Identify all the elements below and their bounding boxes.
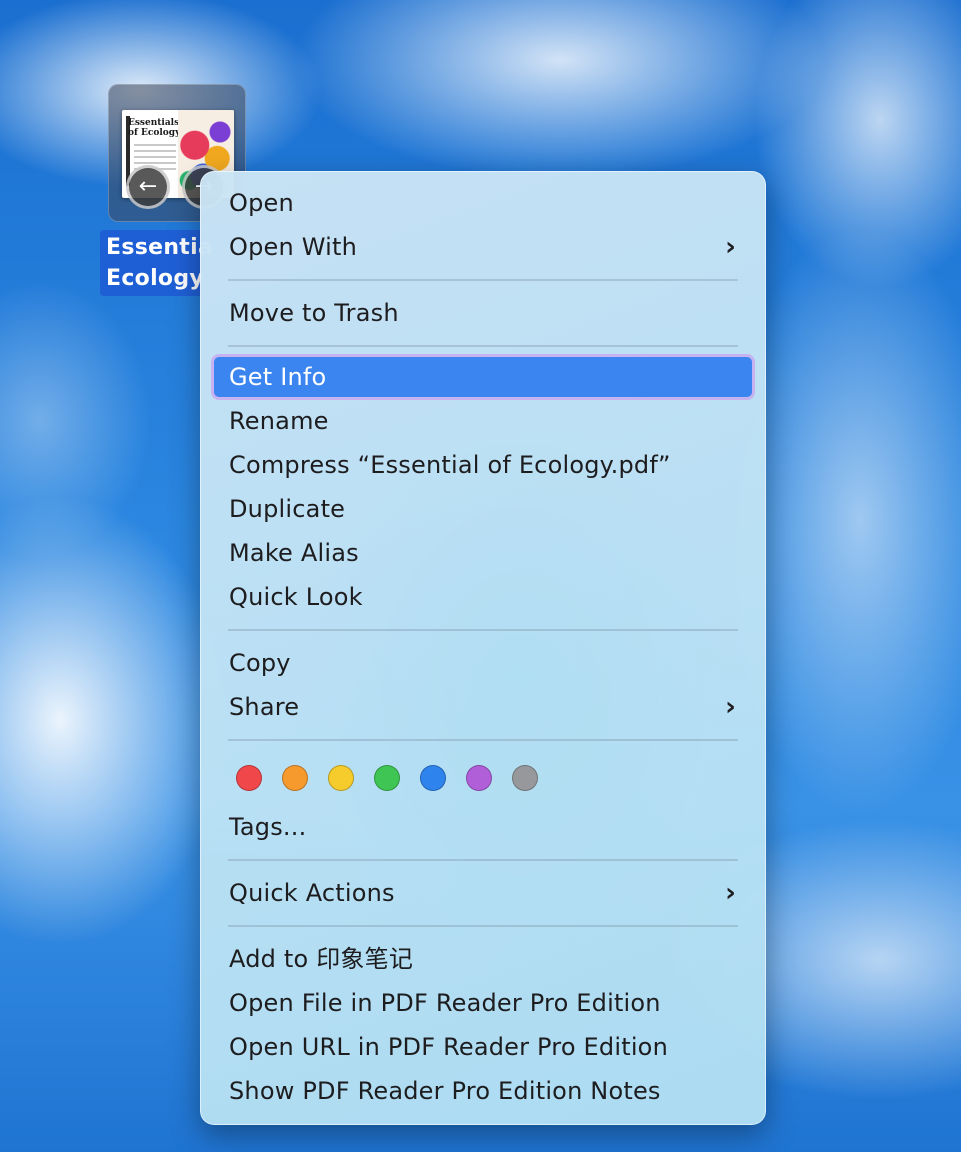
- menu-item-duplicate[interactable]: Duplicate: [200, 487, 766, 531]
- menu-item-share[interactable]: Share ›: [200, 685, 766, 729]
- menu-item-get-info[interactable]: Get Info: [214, 357, 752, 397]
- tag-green-dot[interactable]: [374, 765, 400, 791]
- menu-separator: [228, 345, 738, 347]
- chevron-right-icon: ›: [725, 692, 736, 722]
- menu-item-quick-actions[interactable]: Quick Actions ›: [200, 871, 766, 915]
- back-arrow-icon[interactable]: ←: [129, 168, 167, 206]
- menu-item-open-with-label: Open With: [229, 233, 358, 261]
- menu-item-move-to-trash[interactable]: Move to Trash: [200, 291, 766, 335]
- tag-color-row: [200, 751, 766, 805]
- menu-item-add-to-notes[interactable]: Add to 印象笔记: [200, 937, 766, 981]
- menu-separator: [228, 279, 738, 281]
- menu-item-show-pdf-reader-notes[interactable]: Show PDF Reader Pro Edition Notes: [200, 1069, 766, 1113]
- menu-item-quick-actions-label: Quick Actions: [229, 879, 395, 907]
- menu-item-open-with[interactable]: Open With ›: [200, 225, 766, 269]
- menu-item-make-alias[interactable]: Make Alias: [200, 531, 766, 575]
- tag-purple-dot[interactable]: [466, 765, 492, 791]
- menu-item-open-url-pdf-reader[interactable]: Open URL in PDF Reader Pro Edition: [200, 1025, 766, 1069]
- menu-item-open-file-pdf-reader[interactable]: Open File in PDF Reader Pro Edition: [200, 981, 766, 1025]
- tag-yellow-dot[interactable]: [328, 765, 354, 791]
- tag-orange-dot[interactable]: [282, 765, 308, 791]
- menu-item-tags[interactable]: Tags...: [200, 805, 766, 849]
- menu-separator: [228, 925, 738, 927]
- chevron-right-icon: ›: [725, 878, 736, 908]
- chevron-right-icon: ›: [725, 232, 736, 262]
- menu-item-share-label: Share: [229, 693, 300, 721]
- menu-separator: [228, 859, 738, 861]
- menu-separator: [228, 739, 738, 741]
- menu-item-copy[interactable]: Copy: [200, 641, 766, 685]
- tag-gray-dot[interactable]: [512, 765, 538, 791]
- tag-blue-dot[interactable]: [420, 765, 446, 791]
- tag-red-dot[interactable]: [236, 765, 262, 791]
- menu-item-open[interactable]: Open: [200, 181, 766, 225]
- menu-separator: [228, 629, 738, 631]
- menu-item-rename[interactable]: Rename: [200, 399, 766, 443]
- menu-item-compress[interactable]: Compress “Essential of Ecology.pdf”: [200, 443, 766, 487]
- context-menu: Open Open With › Move to Trash Get Info …: [200, 171, 766, 1125]
- menu-item-quick-look[interactable]: Quick Look: [200, 575, 766, 619]
